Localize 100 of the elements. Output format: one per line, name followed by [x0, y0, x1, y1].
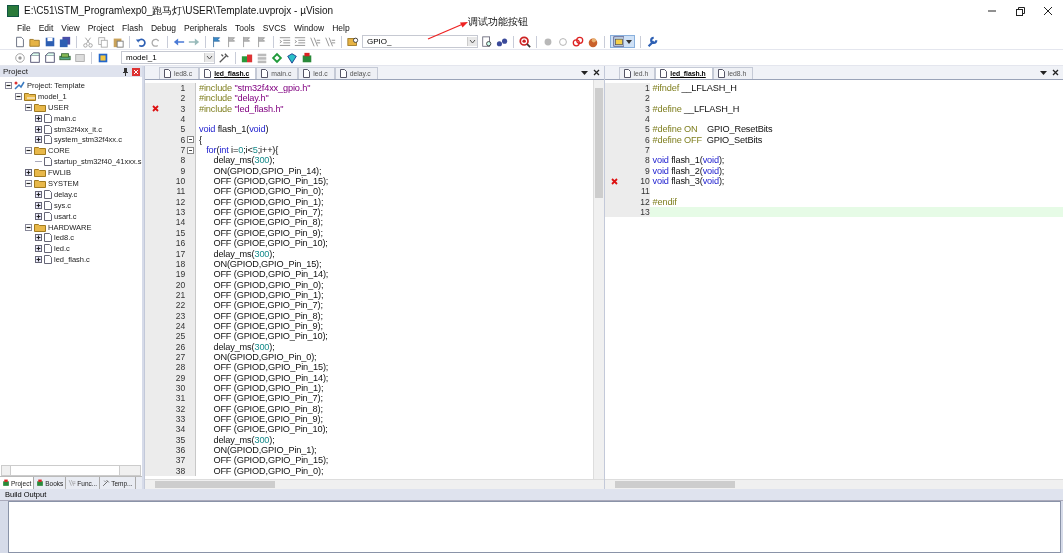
code-line: void flash_2(void); — [651, 165, 725, 177]
menu-item[interactable]: View — [57, 23, 84, 33]
line-number: 10 — [174, 176, 185, 187]
line-number: 4 — [179, 114, 185, 125]
line-number: 9 — [643, 165, 650, 177]
settings-icon[interactable] — [646, 35, 658, 48]
dropdown-icon[interactable] — [1040, 69, 1047, 76]
menu-item[interactable]: SVCS — [258, 23, 290, 33]
caret-icon[interactable] — [204, 53, 214, 62]
disable-breakpoints-icon[interactable] — [572, 35, 584, 48]
kill-breakpoints-icon[interactable] — [587, 35, 599, 48]
folder-icon — [34, 168, 46, 178]
chip-icon[interactable] — [97, 51, 109, 64]
vertical-scrollbar[interactable] — [592, 80, 604, 479]
comment-icon[interactable] — [309, 35, 321, 48]
expand-icon[interactable] — [35, 245, 42, 253]
window-layout-button[interactable] — [610, 35, 635, 48]
line-number: 6 — [179, 134, 185, 146]
translate-icon[interactable] — [14, 51, 26, 64]
uncomment-icon[interactable] — [324, 35, 336, 48]
file-icon — [623, 69, 631, 78]
collapse-icon[interactable] — [5, 81, 12, 89]
window-icon — [613, 36, 624, 47]
menu-item[interactable]: Help — [328, 23, 354, 33]
code-line: delay_ms(300); — [212, 155, 275, 166]
code-line: OFF (GPIOD,GPIO_Pin_15); — [212, 362, 329, 373]
new-file-icon[interactable] — [14, 35, 26, 48]
code-line: #define ON GPIO_ResetBits — [651, 124, 773, 135]
line-number: 37 — [174, 455, 185, 466]
expand-icon[interactable] — [35, 114, 42, 122]
expand-icon[interactable] — [25, 169, 32, 177]
books-icon[interactable] — [301, 51, 313, 64]
debug-icon[interactable] — [519, 35, 531, 48]
code-line: OFF (GPIOE,GPIO_Pin_8); — [212, 403, 323, 414]
expand-icon[interactable] — [35, 136, 42, 144]
expand-icon[interactable] — [35, 234, 42, 242]
target-options-icon[interactable] — [218, 51, 230, 64]
code-line: #include "stm32f4xx_gpio.h" — [198, 83, 311, 94]
menu-item[interactable]: Window — [289, 23, 329, 33]
find-in-files-icon[interactable] — [347, 35, 359, 48]
build-icon[interactable] — [29, 51, 41, 64]
undo-icon[interactable] — [135, 35, 147, 48]
collapse-icon[interactable] — [25, 103, 32, 111]
dropdown-icon[interactable] — [580, 69, 588, 76]
fold-icon[interactable] — [186, 146, 194, 154]
panel-title: Project — [3, 67, 29, 76]
fold-icon[interactable] — [186, 136, 194, 144]
expand-icon[interactable] — [35, 256, 42, 264]
menu-item[interactable]: File — [13, 23, 35, 33]
collapse-icon[interactable] — [25, 147, 32, 155]
folder-icon — [34, 222, 46, 232]
menu-item[interactable]: Edit — [34, 23, 58, 33]
close-icon[interactable] — [592, 69, 600, 76]
menu-item[interactable]: Debug — [146, 23, 180, 33]
line-number: 10 — [639, 176, 650, 187]
code-line: { — [198, 134, 202, 146]
caret-icon[interactable] — [467, 37, 477, 46]
code-line: ON(GPIOD,GPIO_Pin_0); — [212, 351, 317, 363]
expand-icon[interactable] — [35, 125, 42, 133]
code-line: void flash_3(void); — [651, 176, 725, 187]
close-icon[interactable] — [1041, 4, 1055, 18]
collapse-icon[interactable] — [25, 179, 32, 187]
code-line: OFF (GPIOD,GPIO_Pin_1); — [212, 289, 324, 301]
save-all-icon[interactable] — [59, 35, 71, 48]
file-icon — [204, 69, 212, 78]
diamond-icon[interactable] — [271, 51, 283, 64]
gem-icon[interactable] — [286, 51, 298, 64]
app-logo-icon — [7, 5, 19, 17]
horizontal-scrollbar[interactable] — [145, 479, 604, 489]
line-number: 5 — [643, 124, 650, 135]
collapse-icon[interactable] — [25, 223, 32, 231]
code-line: OFF (GPIOE,GPIO_Pin_9); — [212, 227, 323, 239]
code-line: OFF (GPIOD,GPIO_Pin_0); — [212, 186, 324, 197]
menu-item[interactable]: Flash — [118, 23, 147, 33]
expand-icon[interactable] — [35, 201, 42, 209]
line-number: 33 — [174, 414, 185, 425]
menu-item[interactable]: Tools — [230, 23, 259, 33]
restore-icon[interactable] — [1013, 4, 1027, 18]
find-combo[interactable]: GPIO_ — [362, 35, 478, 48]
line-number: 18 — [174, 258, 185, 270]
horizontal-scrollbar[interactable] — [1, 465, 141, 476]
expand-icon[interactable] — [35, 190, 42, 198]
close-icon[interactable] — [1052, 69, 1059, 76]
line-number: 15 — [174, 227, 185, 239]
save-icon[interactable] — [44, 35, 56, 48]
expand-icon[interactable] — [35, 212, 42, 220]
target-combo[interactable]: model_1 — [121, 51, 215, 64]
find-document-icon[interactable] — [481, 35, 493, 48]
horizontal-scrollbar[interactable] — [604, 479, 1063, 489]
code-line: #define OFF GPIO_SetBits — [651, 134, 763, 146]
line-number: 24 — [174, 320, 185, 332]
menu-item[interactable]: Project — [83, 23, 119, 33]
menu-item[interactable]: Peripherals — [179, 23, 231, 33]
code-line: OFF (GPIOE,GPIO_Pin_10); — [212, 238, 328, 249]
code-line: delay_ms(300); — [212, 248, 275, 259]
rebuild-icon[interactable] — [44, 51, 56, 64]
pin-icon[interactable] — [122, 67, 129, 76]
bookmark-icon[interactable] — [211, 35, 223, 48]
code-line: ON(GPIOD,GPIO_Pin_14); — [212, 165, 322, 177]
collapse-icon[interactable] — [15, 92, 22, 100]
